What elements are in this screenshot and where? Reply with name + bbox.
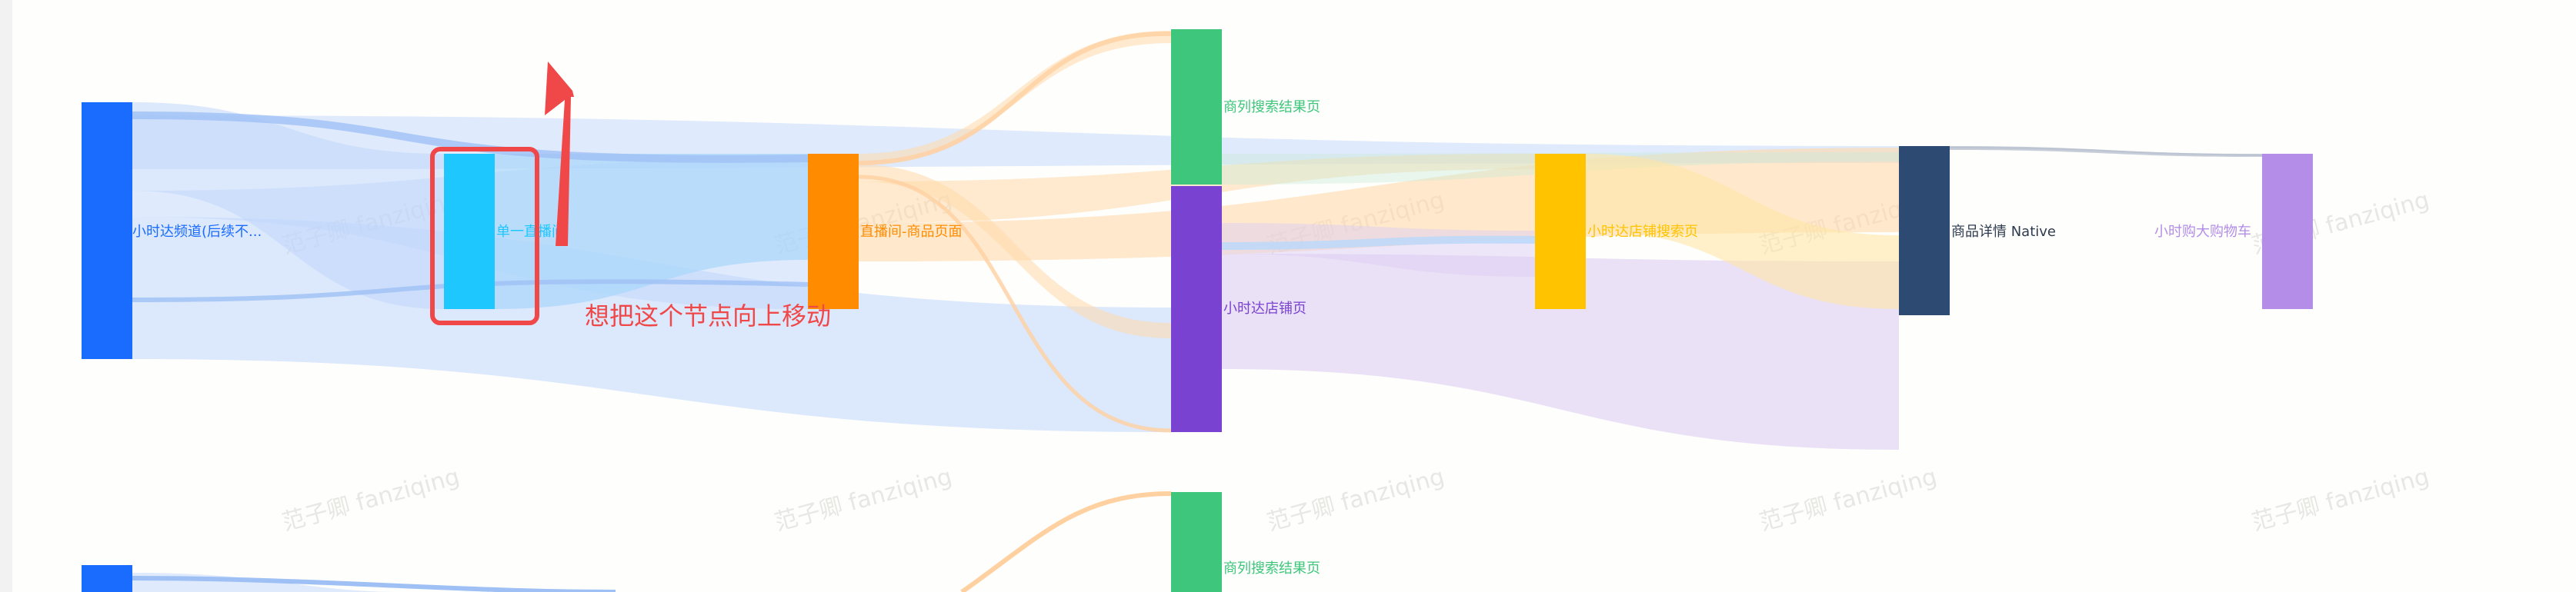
sankey-node-label: 小时达店铺页 <box>1223 301 1306 317</box>
sankey-node-label: 商品详情 Native <box>1951 224 2056 240</box>
watermark-text: 范子卿 fanziqing <box>1757 464 1940 537</box>
second-chart-partial: 商列搜索结果页 <box>82 491 1320 592</box>
sankey-link-line <box>960 491 1172 592</box>
sankey-node-n7[interactable] <box>2262 154 2313 309</box>
annotation-text: 想把这个节点向上移动 <box>585 301 831 331</box>
sankey-node-n1[interactable] <box>444 154 495 309</box>
sankey-node-n0-lower[interactable] <box>82 565 132 592</box>
sankey-node-n6[interactable] <box>1899 146 1950 315</box>
sankey-node-label: 商列搜索结果页 <box>1223 560 1320 577</box>
sankey-node-n2[interactable] <box>808 154 859 309</box>
sankey-node-label: 小时达频道(后续不... <box>132 224 262 240</box>
watermark-text: 范子卿 fanziqing <box>2249 464 2432 537</box>
sankey-node-n5[interactable] <box>1535 154 1586 309</box>
sankey-node-label: 小时购大购物车 <box>2154 224 2251 240</box>
sankey-node-n3[interactable] <box>1171 29 1222 185</box>
sankey-node-label: 直播间-商品页面 <box>860 224 963 240</box>
sankey-chart: 范子卿 fanziqing 范子卿 fanziqing 范子卿 fanziqing 范… <box>82 29 2432 592</box>
sankey-node-label: 商列搜索结果页 <box>1223 99 1320 115</box>
sankey-node-n0[interactable] <box>82 102 132 359</box>
watermark-text: 范子卿 fanziqing <box>772 464 955 537</box>
watermark-text: 范子卿 fanziqing <box>279 464 462 537</box>
watermark-text: 范子卿 fanziqing <box>1264 464 1447 537</box>
sankey-node-n3-lower[interactable] <box>1171 492 1222 592</box>
sankey-node-label: 小时达店铺搜索页 <box>1587 224 1698 240</box>
sankey-node-n4[interactable] <box>1171 186 1222 432</box>
sankey-node-label: 单一直播间 <box>496 224 566 240</box>
